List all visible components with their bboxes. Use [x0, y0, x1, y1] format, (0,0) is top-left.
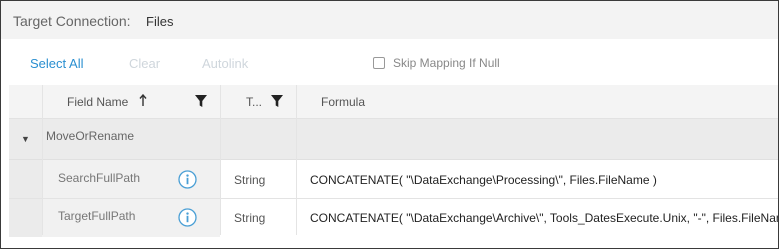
column-header-formula-label: Formula [321, 95, 366, 109]
info-icon[interactable] [178, 208, 197, 227]
filter-icon[interactable] [195, 95, 207, 111]
column-divider [42, 85, 43, 235]
grid-header-row: Field Name T... Formula [9, 85, 778, 119]
field-type: String [234, 173, 266, 187]
field-name: TargetFullPath [58, 209, 136, 223]
row-gutter [9, 199, 42, 237]
autolink-button[interactable]: Autolink [202, 56, 248, 71]
group-label: MoveOrRename [46, 129, 135, 143]
field-type: String [234, 211, 266, 225]
mapping-panel: Target Connection: Files Select All Clea… [0, 0, 779, 249]
table-row[interactable]: TargetFullPath String CONCATENATE( "\Dat… [9, 199, 778, 237]
target-connection-label: Target Connection: [13, 13, 131, 29]
mapping-grid: Field Name T... Formula ▼ MoveOrRename S… [9, 85, 778, 237]
column-header-field-name[interactable]: Field Name [42, 85, 220, 118]
group-row-moveorrename[interactable]: ▼ MoveOrRename [9, 119, 778, 160]
panel-header: Target Connection: Files [1, 1, 778, 39]
sort-ascending-icon[interactable] [139, 93, 147, 110]
table-row[interactable]: SearchFullPath String CONCATENATE( "\Dat… [9, 160, 778, 198]
column-header-type[interactable]: T... [220, 85, 296, 118]
row-gutter [9, 160, 42, 198]
caret-down-icon[interactable]: ▼ [21, 134, 30, 144]
formula-cell[interactable]: CONCATENATE( "\DataExchange\Archive\", T… [310, 211, 778, 225]
column-divider [220, 85, 221, 235]
column-header-type-label: T... [246, 95, 263, 109]
skip-mapping-checkbox[interactable] [373, 57, 385, 69]
column-header-formula[interactable]: Formula [296, 85, 778, 118]
field-name: SearchFullPath [58, 171, 141, 185]
filter-icon[interactable] [271, 95, 283, 111]
column-divider [296, 85, 297, 235]
target-connection-value: Files [146, 14, 174, 29]
formula-cell[interactable]: CONCATENATE( "\DataExchange\Processing\"… [310, 173, 778, 187]
skip-mapping-label: Skip Mapping If Null [393, 56, 500, 70]
clear-button[interactable]: Clear [129, 56, 160, 71]
info-icon[interactable] [178, 170, 197, 189]
column-header-field-name-label: Field Name [67, 95, 129, 109]
skip-mapping-option[interactable]: Skip Mapping If Null [373, 56, 500, 70]
select-all-button[interactable]: Select All [30, 56, 83, 71]
